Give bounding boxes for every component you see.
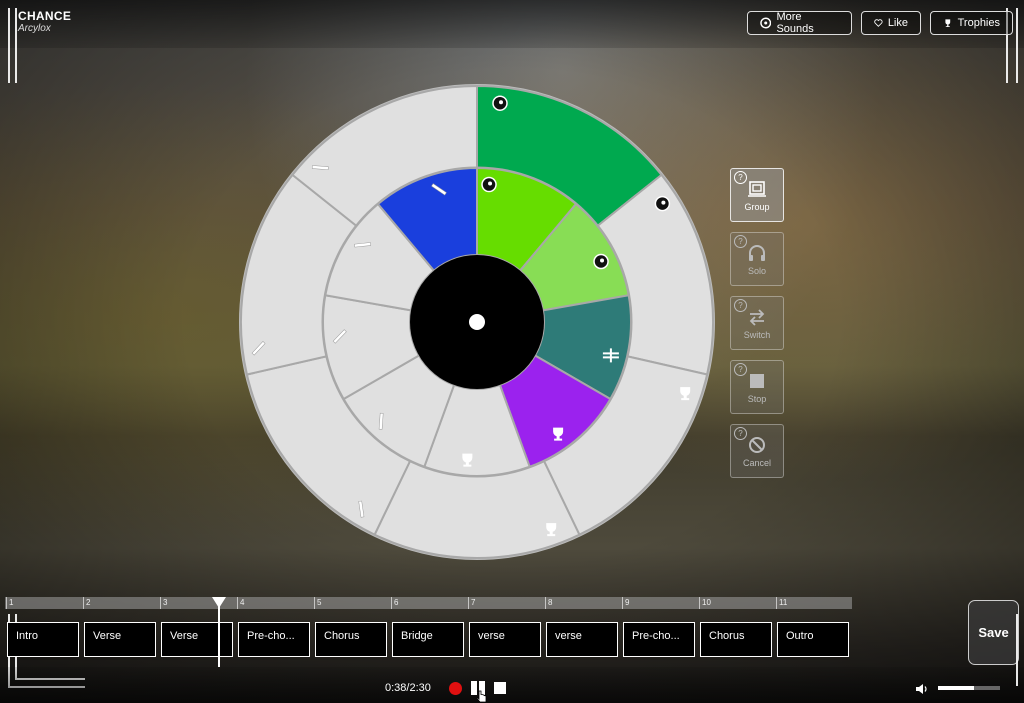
help-icon[interactable]: ? [734,427,747,440]
ruler-tick [160,597,161,609]
ruler-tick [83,597,84,609]
ruler-tick [237,597,238,609]
section-block[interactable]: Chorus [700,622,772,657]
ruler-tick [6,597,7,609]
side-button-switch[interactable]: ? Switch [730,296,784,350]
ruler-tick [545,597,546,609]
group-icon [748,180,766,197]
ruler-tick [314,597,315,609]
side-button-stop[interactable]: ? Stop [730,360,784,414]
ruler-bar-number: 3 [163,598,168,607]
trophy-icon [680,387,691,401]
side-button-group[interactable]: ? Group [730,168,784,222]
ruler-bar-number: 1 [9,598,14,607]
dot-icon [654,195,671,212]
volume-level [938,686,974,690]
ruler-bar-number: 7 [471,598,476,607]
transport-bar [0,667,1024,703]
section-block[interactable]: Chorus [315,622,387,657]
ruler-bar-number: 11 [779,598,788,607]
record-button[interactable] [449,682,462,695]
section-block[interactable]: Verse [84,622,156,657]
help-icon[interactable]: ? [734,171,747,184]
side-button-label: Switch [743,329,771,340]
ruler-bar-number: 10 [702,598,711,607]
side-button-solo[interactable]: ? Solo [730,232,784,286]
time-display: 0:38/2:30 [385,682,431,694]
volume-icon[interactable] [915,683,929,695]
cancel-icon [749,436,765,453]
ruler-bar-number: 8 [548,598,553,607]
switch-arrows-icon [749,308,765,326]
stop-button[interactable] [494,682,506,694]
ruler-bar-number: 4 [240,598,245,607]
ruler-tick [776,597,777,609]
ruler-tick [468,597,469,609]
corner-frame-bottom-right [998,614,1018,686]
side-button-label: Stop [747,393,767,404]
side-button-label: Cancel [742,457,771,468]
side-button-label: Solo [747,265,766,276]
section-block[interactable]: verse [469,622,541,657]
help-icon[interactable]: ? [734,299,747,312]
ruler-tick [622,597,623,609]
hand-cursor-icon [476,690,487,703]
trophy-icon [553,427,564,441]
stop-square-icon [750,373,764,388]
ruler-tick [391,597,392,609]
side-button-cancel[interactable]: ? Cancel [730,424,784,478]
section-block[interactable]: Pre-cho... [238,622,310,657]
ruler-tick [699,597,700,609]
playhead-handle[interactable] [212,597,226,608]
ruler-bar-number: 2 [86,598,91,607]
headphones-icon [749,244,765,261]
dot-icon [593,253,609,270]
side-button-label: Group [744,201,770,212]
section-block[interactable]: verse [546,622,618,657]
ruler-bar-number: 9 [625,598,630,607]
trophy-icon [546,523,557,537]
ruler-bar-number: 6 [394,598,399,607]
section-block[interactable]: Intro [7,622,79,657]
wheel-center-dot [469,314,485,330]
help-icon[interactable]: ? [734,235,747,248]
timeline-ruler[interactable] [5,597,852,609]
section-block[interactable]: Outro [777,622,849,657]
help-icon[interactable]: ? [734,363,747,376]
section-block[interactable]: Bridge [392,622,464,657]
trophy-icon [462,453,473,467]
ruler-bar-number: 5 [317,598,322,607]
section-block[interactable]: Verse [161,622,233,657]
volume-slider[interactable] [938,686,1000,690]
section-block[interactable]: Pre-cho... [623,622,695,657]
dot-icon [481,176,497,193]
dot-icon [492,95,508,111]
